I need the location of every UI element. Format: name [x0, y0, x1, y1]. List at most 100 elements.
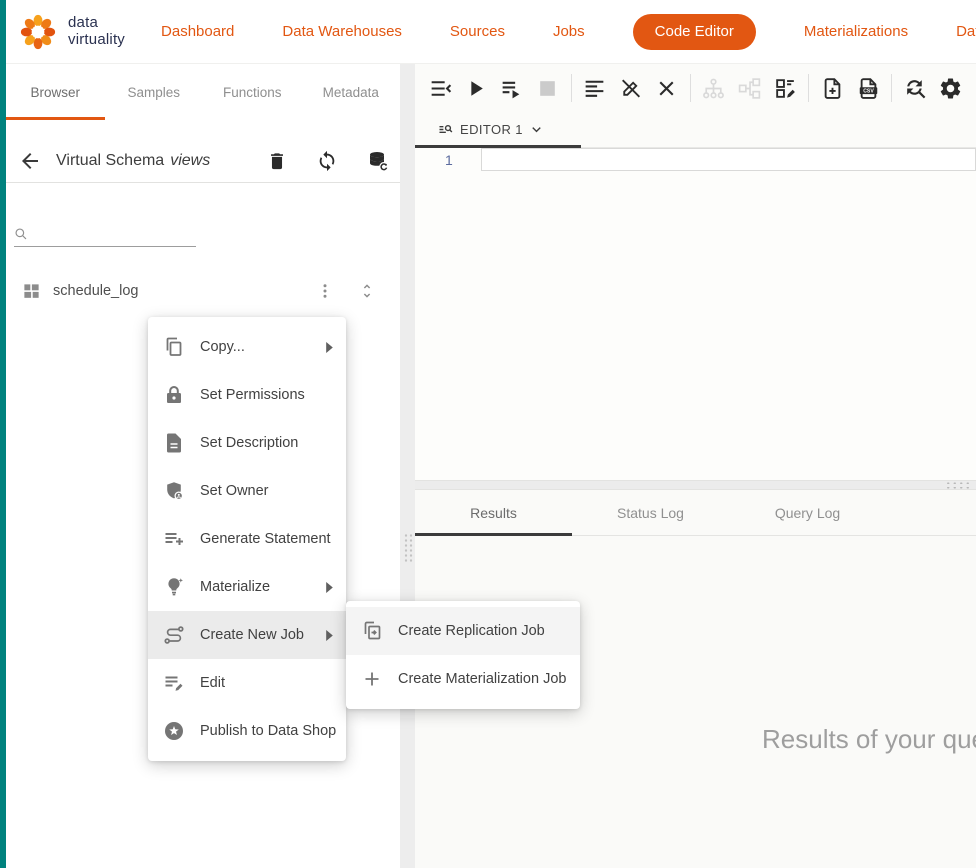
- tree-item-schedule-log[interactable]: schedule_log: [6, 273, 400, 309]
- clear-format-icon[interactable]: [618, 75, 644, 101]
- lightbulb-sparkle-icon: [162, 575, 186, 599]
- menu-item-generate-statement[interactable]: Generate Statement: [148, 515, 346, 563]
- chevron-down-icon[interactable]: [529, 122, 544, 137]
- nav-jobs[interactable]: Jobs: [553, 23, 585, 40]
- sync-icon[interactable]: [316, 150, 338, 172]
- clear-icon[interactable]: [654, 75, 680, 101]
- manage-search-icon: [437, 121, 454, 138]
- nav-data-warehouses[interactable]: Data Warehouses: [282, 23, 402, 40]
- menu-item-set-owner[interactable]: Set Owner: [148, 467, 346, 515]
- tab-functions[interactable]: Functions: [203, 64, 302, 120]
- nav-materializations[interactable]: Materializations: [804, 23, 908, 40]
- menu-item-create-new-job[interactable]: Create New Job: [148, 611, 346, 659]
- unfold-more-icon[interactable]: [358, 282, 376, 300]
- results-empty-hint: Results of your querie: [762, 724, 976, 755]
- format-align-icon[interactable]: [582, 75, 608, 101]
- divider-drag-handle[interactable]: [945, 481, 970, 489]
- menu-item-create-materialization-job[interactable]: Create Materialization Job: [346, 655, 580, 703]
- menu-item-publish-to-data-shop[interactable]: Publish to Data Shop: [148, 707, 346, 755]
- data-lineage-icon[interactable]: [736, 75, 762, 101]
- tab-results[interactable]: Results: [415, 490, 572, 535]
- menu-item-label: Materialize: [200, 579, 270, 595]
- kebab-menu-icon[interactable]: [316, 282, 334, 300]
- dependency-tree-icon[interactable]: [700, 75, 726, 101]
- run-script-icon[interactable]: [499, 75, 525, 101]
- editor-tab-bar: EDITOR 1: [415, 112, 976, 148]
- document-icon: [162, 431, 186, 455]
- menu-item-create-replication-job[interactable]: Create Replication Job: [346, 607, 580, 655]
- tab-query-log[interactable]: Query Log: [729, 490, 886, 535]
- search-icon: [14, 227, 28, 241]
- new-file-icon[interactable]: [819, 75, 845, 101]
- menu-item-edit[interactable]: Edit: [148, 659, 346, 707]
- menu-item-label: Create Replication Job: [398, 623, 545, 639]
- code-editor-area[interactable]: 1: [415, 148, 976, 480]
- menu-item-label: Create New Job: [200, 627, 304, 643]
- submenu-arrow-icon: [325, 630, 334, 641]
- replicate-icon: [360, 619, 384, 643]
- menu-item-label: Edit: [200, 675, 225, 691]
- schema-panel-header: Virtual Schemaviews: [6, 140, 400, 183]
- query-plan-edit-icon[interactable]: [772, 75, 798, 101]
- menu-item-label: Publish to Data Shop: [200, 723, 336, 739]
- panel-divider-horizontal[interactable]: [415, 480, 976, 490]
- menu-item-label: Set Permissions: [200, 387, 305, 403]
- copy-icon: [162, 335, 186, 359]
- editor-tab-label: EDITOR 1: [460, 122, 523, 137]
- app-root: data virtuality Dashboard Data Warehouse…: [0, 0, 976, 868]
- back-arrow-icon[interactable]: [18, 149, 42, 173]
- tab-status-log[interactable]: Status Log: [572, 490, 729, 535]
- nav-data-shop[interactable]: Data Shop: [956, 23, 976, 40]
- table-grid-icon: [22, 282, 41, 301]
- menu-item-label: Set Description: [200, 435, 298, 451]
- logo-text: data virtuality: [68, 15, 125, 47]
- nav-dashboard[interactable]: Dashboard: [161, 23, 234, 40]
- submenu-arrow-icon: [325, 582, 334, 593]
- tab-samples[interactable]: Samples: [105, 64, 204, 120]
- menu-item-copy[interactable]: Copy...: [148, 323, 346, 371]
- settings-gear-icon[interactable]: [938, 75, 964, 101]
- toolbar-separator: [571, 74, 572, 102]
- tab-metadata[interactable]: Metadata: [302, 64, 401, 120]
- star-circle-icon: [162, 719, 186, 743]
- panel-divider-vertical: [400, 64, 415, 868]
- editor-tab-1[interactable]: EDITOR 1: [415, 112, 581, 147]
- logo[interactable]: data virtuality: [16, 10, 125, 54]
- collapse-list-icon[interactable]: [427, 75, 453, 101]
- nav-code-editor[interactable]: Code Editor: [633, 14, 756, 50]
- tab-browser[interactable]: Browser: [6, 64, 105, 120]
- toolbar-separator: [808, 74, 809, 102]
- trash-icon[interactable]: [266, 150, 288, 172]
- line-number: 1: [445, 152, 453, 168]
- plus-icon: [360, 667, 384, 691]
- menu-item-set-permissions[interactable]: Set Permissions: [148, 371, 346, 419]
- current-line-highlight: [481, 148, 976, 171]
- menu-item-label: Set Owner: [200, 483, 269, 499]
- nav-sources[interactable]: Sources: [450, 23, 505, 40]
- main-nav: Dashboard Data Warehouses Sources Jobs C…: [161, 14, 976, 50]
- owner-shield-icon: [162, 479, 186, 503]
- results-tab-bar: Results Status Log Query Log: [415, 490, 976, 536]
- divider-drag-handle[interactable]: [403, 533, 412, 563]
- search-input[interactable]: [34, 225, 196, 241]
- run-icon[interactable]: [463, 75, 489, 101]
- create-new-job-submenu: Create Replication Job Create Materializ…: [346, 601, 580, 709]
- context-menu: Copy... Set Permissions Se: [148, 317, 346, 761]
- code-editor-panel: CSV: [415, 64, 976, 868]
- panel-title: Virtual Schemaviews: [56, 152, 210, 170]
- stop-icon[interactable]: [535, 75, 561, 101]
- tree-item-label: schedule_log: [53, 283, 138, 299]
- schema-search: [14, 217, 196, 247]
- export-csv-icon[interactable]: CSV: [855, 75, 881, 101]
- panel-actions: [266, 149, 390, 173]
- menu-item-set-description[interactable]: Set Description: [148, 419, 346, 467]
- menu-item-materialize[interactable]: Materialize: [148, 563, 346, 611]
- find-replace-icon[interactable]: [902, 75, 928, 101]
- database-refresh-icon[interactable]: [366, 149, 390, 173]
- svg-text:CSV: CSV: [863, 88, 874, 94]
- menu-item-label: Create Materialization Job: [398, 671, 566, 687]
- menu-item-label: Generate Statement: [200, 531, 331, 547]
- playlist-add-icon: [162, 527, 186, 551]
- editor-toolbar: CSV: [415, 64, 976, 112]
- sidebar-tabs: Browser Samples Functions Metadata: [6, 64, 400, 120]
